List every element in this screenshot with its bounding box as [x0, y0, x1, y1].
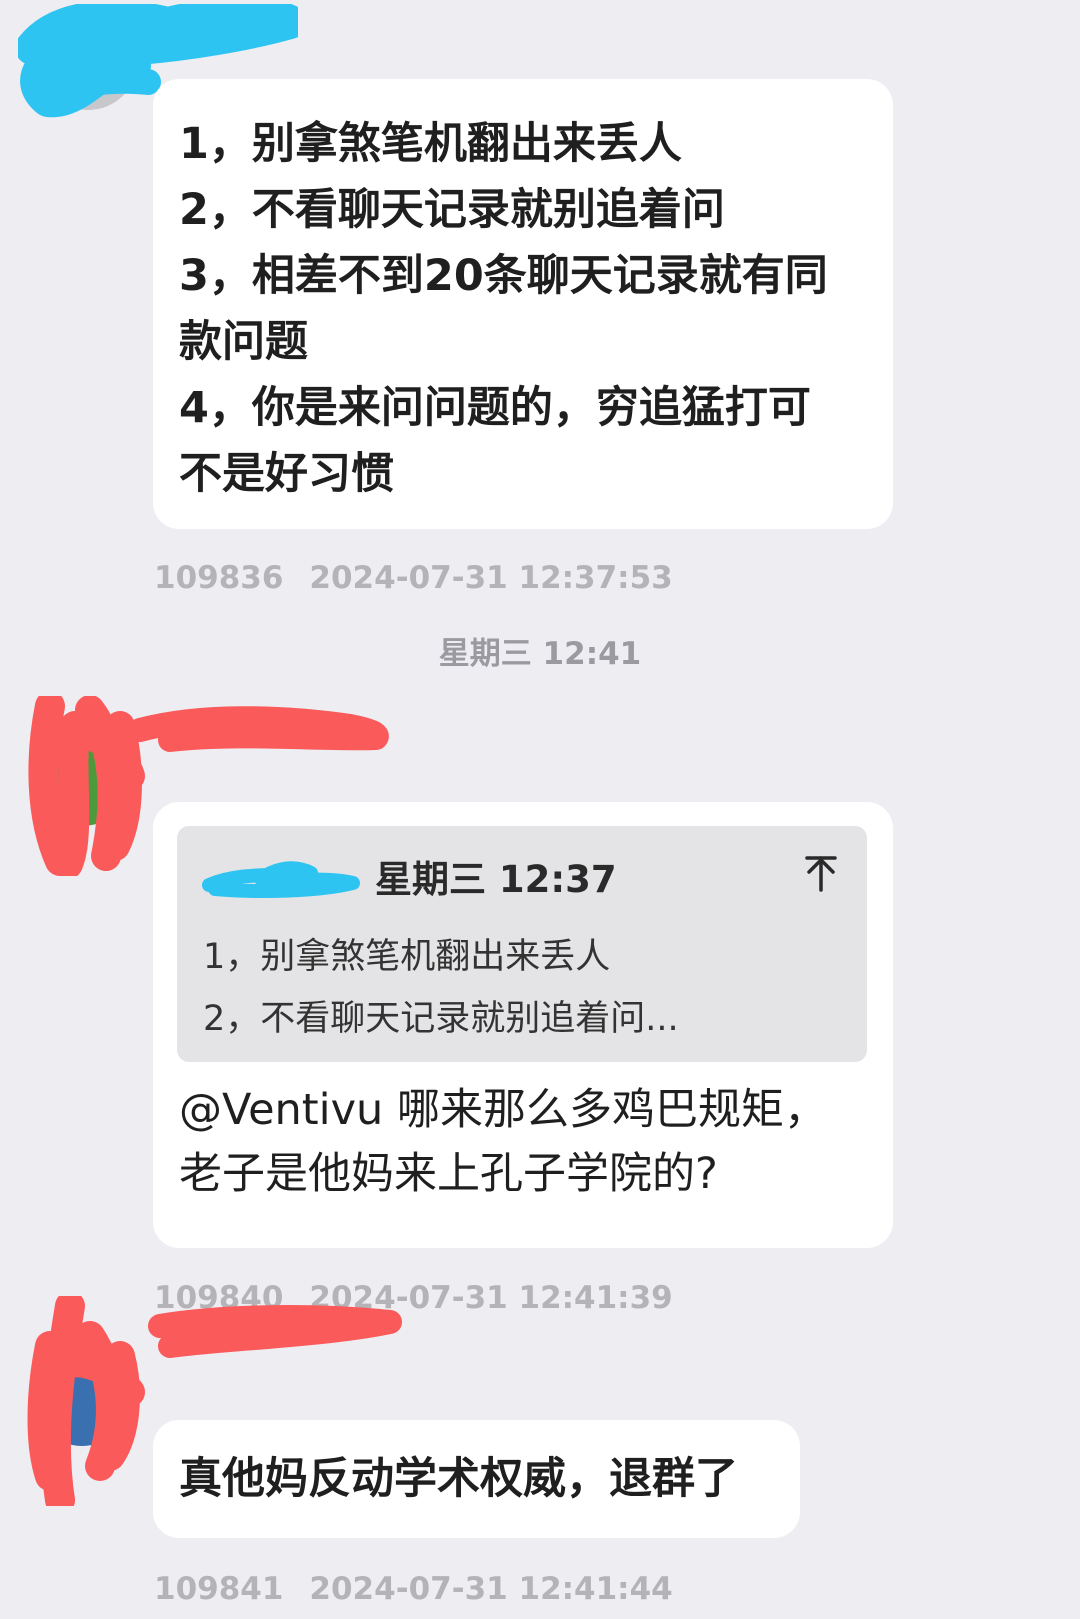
quote-time: 星期三 12:37 [375, 858, 617, 901]
jump-to-top-icon[interactable] [801, 852, 841, 896]
redacted-quoted-sender [202, 861, 360, 898]
message-timestamp: 2024-07-31 12:37:53 [309, 560, 673, 596]
quote-line-1: 1，别拿煞笔机翻出来丢人 [203, 937, 611, 977]
message-timestamp: 2024-07-31 12:41:44 [309, 1571, 673, 1607]
message-meta: 109841 2024-07-31 12:41:44 [154, 1571, 673, 1607]
time-divider: 星期三 12:41 [438, 636, 642, 672]
quote-header: 星期三 12:37 [201, 848, 617, 904]
chat-window: 1，别拿煞笔机翻出来丢人 2，不看聊天记录就别追着问 3，相差不到20条聊天记录… [0, 0, 1080, 1619]
message-text: 1，别拿煞笔机翻出来丢人 2，不看聊天记录就别追着问 3，相差不到20条聊天记录… [179, 119, 828, 499]
quote-line-2: 2，不看聊天记录就别追着问... [203, 999, 679, 1039]
message-text: 真他妈反动学术权威，退群了 [179, 1454, 738, 1504]
message-id: 109841 [154, 1571, 284, 1607]
message-bubble[interactable]: 真他妈反动学术权威，退群了 [153, 1420, 800, 1538]
reply-message-bubble[interactable]: 星期三 12:37 1，别拿煞笔机翻出来丢人 2，不看聊天记录就别追着问... … [153, 802, 893, 1248]
quoted-message[interactable]: 星期三 12:37 1，别拿煞笔机翻出来丢人 2，不看聊天记录就别追着问... [177, 826, 867, 1062]
message-text: @Ventivu 哪来那么多鸡巴规矩， 老子是他妈来上孔子学院的? [179, 1085, 827, 1199]
message-meta: 109836 2024-07-31 12:37:53 [154, 560, 673, 596]
message-id: 109836 [154, 560, 284, 596]
message-bubble[interactable]: 1，别拿煞笔机翻出来丢人 2，不看聊天记录就别追着问 3，相差不到20条聊天记录… [153, 79, 893, 529]
